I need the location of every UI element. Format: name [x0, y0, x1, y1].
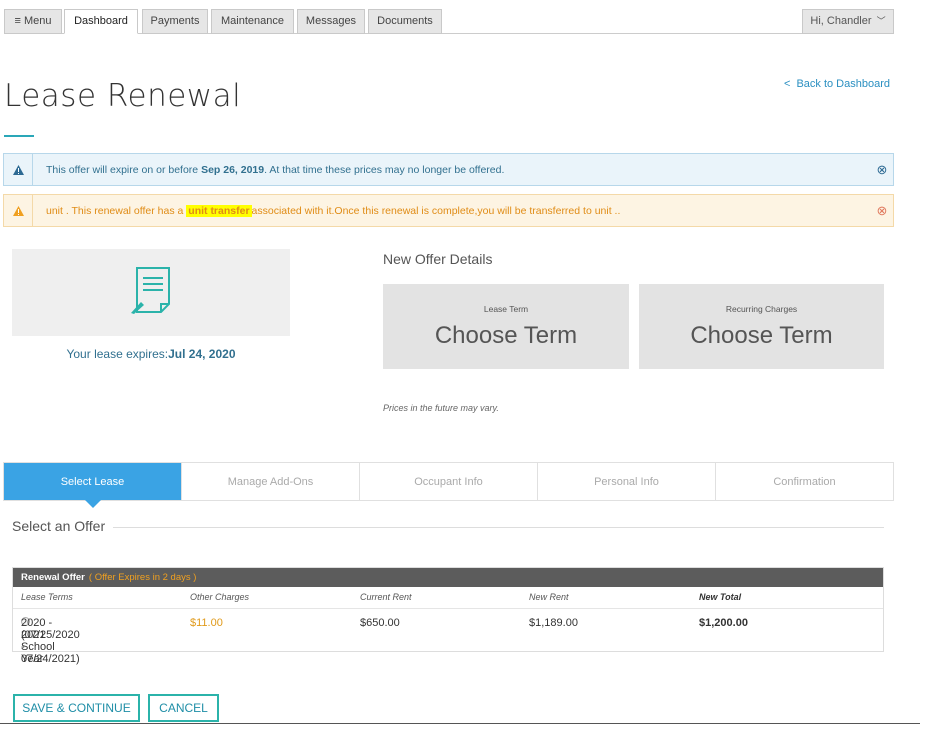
other-charges-cell[interactable]: $11.00	[190, 617, 223, 629]
step-manage-add-ons[interactable]: Manage Add-Ons	[181, 463, 359, 500]
warning-triangle-icon	[4, 154, 33, 185]
current-rent-cell: $650.00	[360, 617, 400, 629]
save-continue-button[interactable]: SAVE & CONTINUE	[13, 694, 140, 722]
document-signature-icon	[129, 266, 173, 319]
step-personal-info[interactable]: Personal Info	[537, 463, 715, 500]
title-underline	[4, 135, 34, 137]
alert-message: unit . This renewal offer has a unit tra…	[46, 204, 621, 217]
column-header: Current Rent	[360, 592, 412, 602]
prices-note: Prices in the future may vary.	[383, 403, 499, 413]
page-title: Lease Renewal	[4, 78, 242, 114]
new-offer-details-heading: New Offer Details	[383, 251, 493, 267]
user-menu[interactable]: Hi, Chandler ﹀	[802, 9, 894, 34]
table-column-headers: Lease Terms Other Charges Current Rent N…	[13, 587, 883, 609]
tab-maintenance[interactable]: Maintenance	[211, 9, 294, 34]
close-circle-icon[interactable]: ⊗	[871, 203, 893, 219]
new-rent-cell: $1,189.00	[529, 617, 578, 629]
tab-documents[interactable]: Documents	[368, 9, 442, 34]
expiration-alert: This offer will expire on or before Sep …	[3, 153, 894, 186]
hamburger-icon: ≡	[14, 15, 21, 27]
new-total-cell: $1,200.00	[699, 617, 748, 629]
offer-expires-note: ( Offer Expires in 2 days )	[88, 572, 197, 583]
tab-messages[interactable]: Messages	[297, 9, 365, 34]
renewal-offer-table: Renewal Offer( Offer Expires in 2 days )…	[12, 567, 884, 665]
menu-button[interactable]: ≡ Menu	[4, 9, 62, 34]
cancel-button[interactable]: CANCEL	[148, 694, 219, 722]
section-divider	[110, 527, 884, 528]
lease-document-panel	[12, 249, 290, 336]
lease-expiration-text: Your lease expires:Jul 24, 2020	[66, 347, 236, 361]
alert-message: This offer will expire on or before Sep …	[46, 163, 505, 176]
lease-term-card[interactable]: Lease Term Choose Term	[383, 284, 629, 369]
unit-transfer-highlight: unit transfer	[186, 204, 252, 217]
back-to-dashboard-link[interactable]: < Back to Dashboard	[784, 78, 890, 90]
unit-transfer-alert: unit . This renewal offer has a unit tra…	[3, 194, 894, 227]
select-offer-heading: Select an Offer	[12, 518, 114, 534]
step-confirmation[interactable]: Confirmation	[715, 463, 893, 500]
step-occupant-info[interactable]: Occupant Info	[359, 463, 537, 500]
chevron-down-icon: ﹀	[876, 16, 886, 26]
step-select-lease[interactable]: Select Lease	[4, 463, 181, 508]
table-row[interactable]: 2020 - 2021 School Year (07/25/2020 - 07…	[13, 609, 883, 665]
bottom-divider	[0, 723, 920, 724]
tab-dashboard[interactable]: Dashboard	[64, 9, 138, 34]
column-header: Lease Terms	[21, 592, 73, 602]
chevron-left-icon: <	[784, 78, 791, 90]
progress-steps: Select Lease Manage Add-Ons Occupant Inf…	[3, 462, 894, 508]
warning-triangle-icon	[4, 195, 33, 226]
recurring-charges-card[interactable]: Recurring Charges Choose Term	[639, 284, 884, 369]
column-header: Other Charges	[190, 592, 250, 602]
table-header: Renewal Offer( Offer Expires in 2 days )	[13, 568, 883, 587]
column-header: New Rent	[529, 592, 569, 602]
close-circle-icon[interactable]: ⊗	[871, 162, 893, 178]
tab-payments[interactable]: Payments	[142, 9, 208, 34]
top-navigation: ≡ Menu Dashboard Payments Maintenance Mes…	[4, 9, 894, 34]
column-header: New Total	[699, 592, 742, 602]
